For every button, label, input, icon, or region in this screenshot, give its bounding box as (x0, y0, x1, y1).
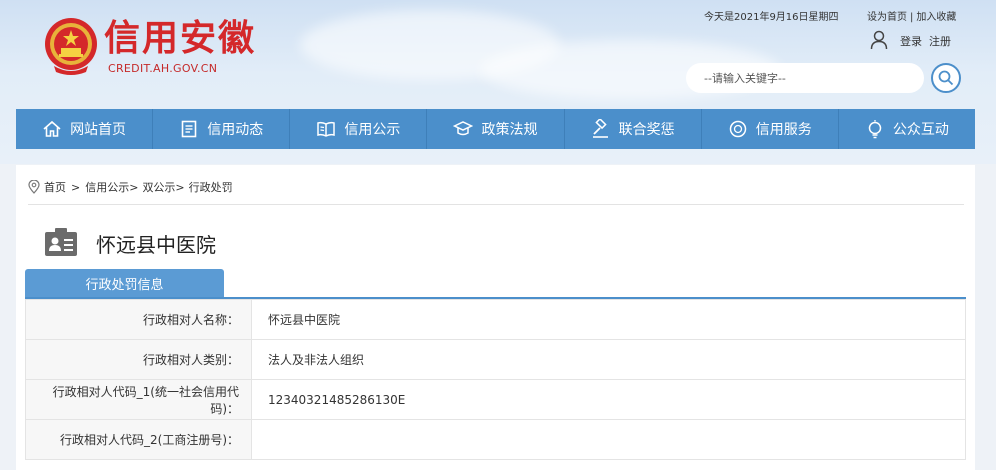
login-link[interactable]: 登录 (900, 35, 922, 48)
badge-icon (729, 120, 747, 138)
brand-url: CREDIT.AH.GOV.CN (108, 62, 218, 75)
register-link[interactable]: 注册 (929, 35, 951, 48)
row-label: 行政相对人代码_2(工商注册号)： (25, 419, 252, 460)
nav-label: 信用公示 (344, 122, 401, 138)
search-input[interactable] (686, 63, 924, 93)
nav-item-credit-services[interactable]: 信用服务 (702, 109, 839, 149)
national-emblem-icon (45, 18, 97, 75)
nav-label: 信用动态 (207, 122, 264, 138)
divider (28, 204, 964, 205)
row-value: 法人及非法人组织 (251, 339, 966, 380)
row-value: 12340321485286130E (251, 379, 966, 420)
nav-label: 网站首页 (70, 122, 127, 138)
search-button[interactable] (931, 63, 961, 93)
content-panel: 首页 > 信用公示> 双公示> 行政处罚 怀远县中医院 行政处罚信息 行政相对人… (16, 165, 975, 470)
table-row: 行政相对人名称： 怀远县中医院 (25, 299, 966, 340)
user-icon[interactable] (870, 30, 888, 50)
nav-label: 公众互动 (892, 122, 949, 138)
nav-item-credit-publicity[interactable]: 信用公示 (290, 109, 428, 149)
bulb-icon (868, 120, 882, 139)
nav-label: 联合奖惩 (618, 122, 675, 138)
home-icon (43, 120, 61, 137)
breadcrumb-credit-publicity[interactable]: 信用公示> (85, 179, 138, 195)
breadcrumb-current: 行政处罚 (188, 181, 233, 194)
top-links: 设为首页 | 加入收藏 (867, 8, 956, 23)
brand-title[interactable]: 信用安徽 (104, 16, 256, 60)
tab-bar: 行政处罚信息 (25, 269, 966, 299)
table-row: 行政相对人类别： 法人及非法人组织 (25, 339, 966, 380)
nav-item-public-interaction[interactable]: 公众互动 (839, 109, 975, 149)
current-date: 今天是2021年9月16日星期四 (704, 12, 839, 23)
row-label: 行政相对人名称： (25, 299, 252, 340)
nav-item-home[interactable]: 网站首页 (16, 109, 154, 149)
link-separator: | (910, 12, 914, 23)
penalty-info-table: 行政相对人名称： 怀远县中医院 行政相对人类别： 法人及非法人组织 行政相对人代… (25, 299, 966, 460)
gavel-icon (592, 119, 608, 138)
table-row: 行政相对人代码_2(工商注册号)： (25, 419, 966, 460)
search-icon (938, 70, 954, 86)
row-label: 行政相对人代码_1(统一社会信用代码)： (25, 379, 252, 420)
row-value (251, 419, 966, 460)
nav-item-policies[interactable]: 政策法规 (427, 109, 565, 149)
row-value: 怀远县中医院 (251, 299, 966, 340)
auth-links: 登录 注册 (900, 33, 951, 49)
id-card-icon (45, 228, 77, 256)
book-icon (317, 121, 336, 137)
breadcrumb-separator: > (71, 180, 81, 194)
breadcrumb-double-publicity[interactable]: 双公示> (142, 179, 184, 195)
document-icon (181, 120, 197, 138)
add-favorite-link[interactable]: 加入收藏 (916, 12, 956, 23)
nav-label: 政策法规 (481, 122, 538, 138)
breadcrumb: 首页 > 信用公示> 双公示> 行政处罚 (28, 179, 233, 195)
set-home-link[interactable]: 设为首页 (867, 12, 907, 23)
breadcrumb-home[interactable]: 首页 (44, 179, 66, 195)
location-pin-icon (28, 180, 40, 194)
table-row: 行政相对人代码_1(统一社会信用代码)： 12340321485286130E (25, 379, 966, 420)
graduation-cap-icon (453, 121, 474, 136)
main-nav: 网站首页 信用动态 信用公示 政策法规 联合奖惩 信用服务 公众互动 (16, 109, 975, 149)
entity-name: 怀远县中医院 (96, 233, 216, 257)
row-label: 行政相对人类别： (25, 339, 252, 380)
nav-label: 信用服务 (755, 122, 812, 138)
nav-item-credit-news[interactable]: 信用动态 (153, 109, 291, 149)
nav-item-rewards-penalties[interactable]: 联合奖惩 (565, 109, 702, 149)
tab-administrative-penalty[interactable]: 行政处罚信息 (25, 269, 224, 297)
